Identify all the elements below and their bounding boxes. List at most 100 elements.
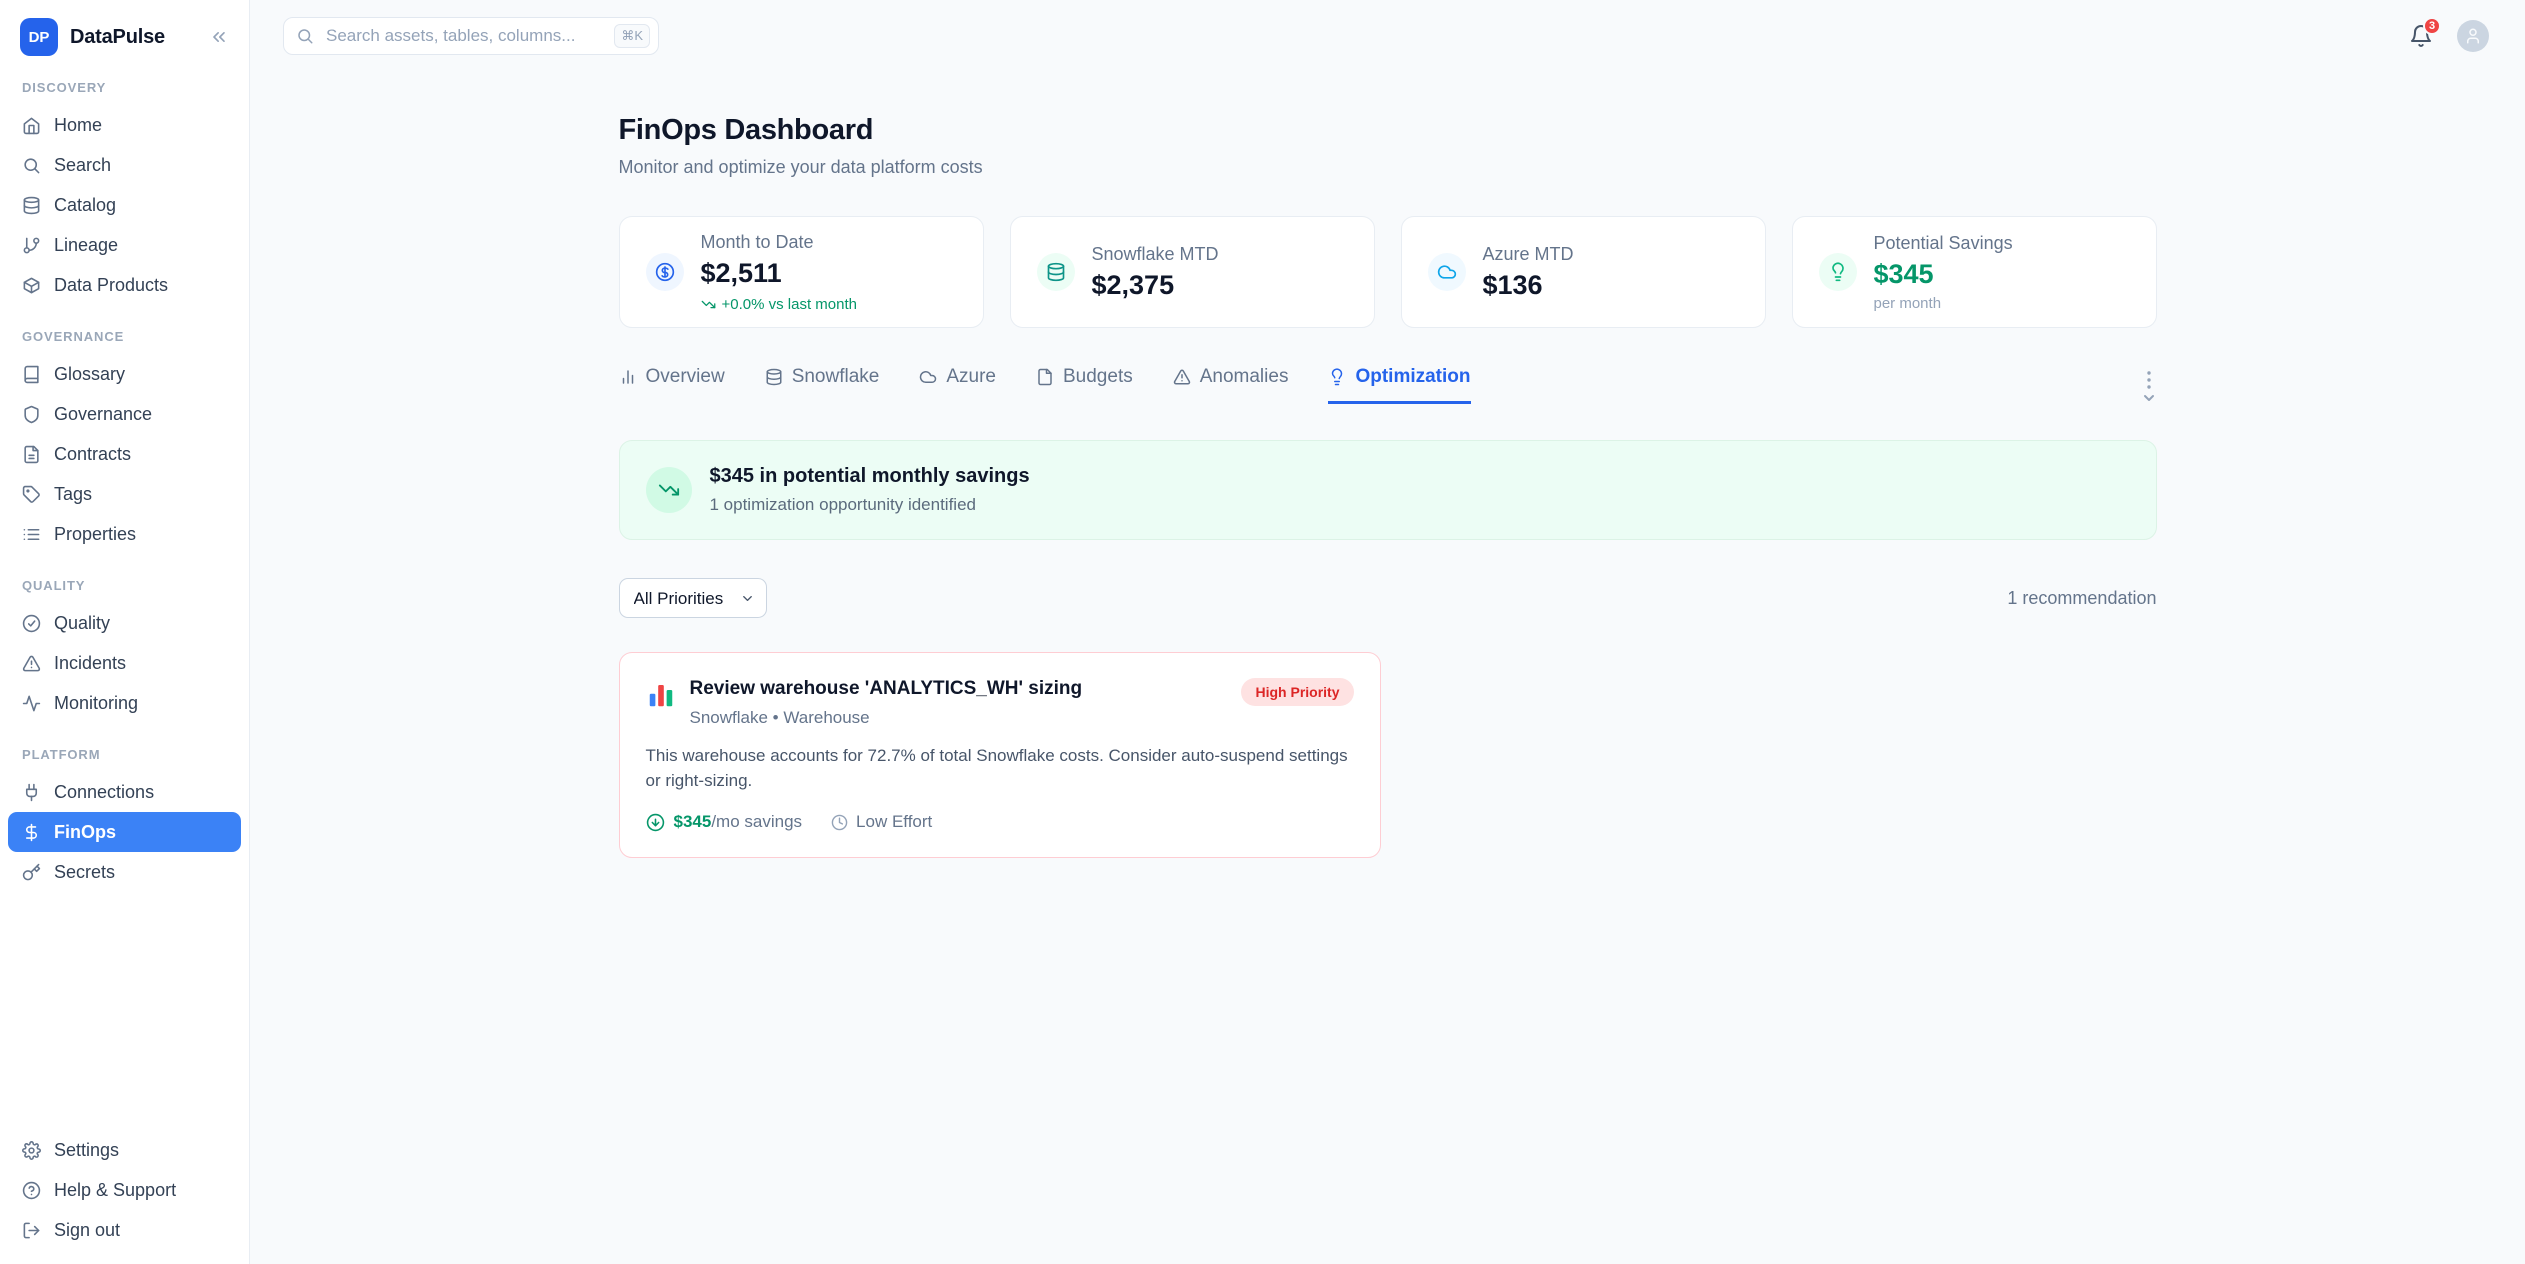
stat-label: Month to Date: [701, 232, 857, 253]
tab-label: Overview: [646, 366, 725, 388]
topbar: ⌘K 3: [250, 0, 2525, 62]
priority-select[interactable]: All Priorities: [619, 578, 767, 618]
sidebar-item-label: Catalog: [54, 195, 116, 216]
sidebar-item-finops[interactable]: FinOps: [8, 812, 241, 852]
tabs-overflow-indicator[interactable]: [2141, 366, 2157, 408]
sidebar-section-quality: QUALITY: [0, 578, 249, 593]
tab-label: Azure: [946, 366, 996, 388]
priority-badge: High Priority: [1241, 678, 1353, 706]
savings-value: $345: [674, 812, 712, 831]
sidebar-item-label: Contracts: [54, 444, 131, 465]
savings-suffix: /mo savings: [711, 812, 802, 831]
tab-optimization[interactable]: Optimization: [1328, 366, 1470, 404]
alert-triangle-icon: [22, 654, 41, 673]
app-name: DataPulse: [70, 26, 165, 49]
search-input[interactable]: [283, 17, 659, 55]
cloud-icon: [919, 368, 937, 386]
sidebar-item-secrets[interactable]: Secrets: [8, 852, 241, 892]
tag-icon: [22, 485, 41, 504]
tab-label: Optimization: [1355, 366, 1470, 388]
page-content: FinOps Dashboard Monitor and optimize yo…: [619, 62, 2157, 858]
activity-icon: [22, 694, 41, 713]
tab-label: Anomalies: [1200, 366, 1289, 388]
sidebar-item-monitoring[interactable]: Monitoring: [8, 683, 241, 723]
sidebar-item-label: Search: [54, 155, 111, 176]
plug-icon: [22, 783, 41, 802]
sidebar-item-label: Monitoring: [54, 693, 138, 714]
stat-card-snowflake-mtd: Snowflake MTD $2,375: [1010, 216, 1375, 328]
sidebar-item-help-support[interactable]: Help & Support: [8, 1170, 241, 1210]
notifications-button[interactable]: 3: [2409, 24, 2433, 48]
bar-chart-icon: [619, 368, 637, 386]
sidebar-item-label: Settings: [54, 1140, 119, 1161]
stat-icon-wrap: [1428, 253, 1466, 291]
sidebar-item-contracts[interactable]: Contracts: [8, 434, 241, 474]
sidebar-item-tags[interactable]: Tags: [8, 474, 241, 514]
stat-note: per month: [1874, 295, 2013, 312]
sidebar-item-label: Data Products: [54, 275, 168, 296]
logo-badge: DP: [20, 18, 58, 56]
stat-icon-wrap: [646, 253, 684, 291]
sidebar-section-discovery: DISCOVERY: [0, 80, 249, 95]
tab-azure[interactable]: Azure: [919, 366, 996, 404]
sidebar-item-properties[interactable]: Properties: [8, 514, 241, 554]
recommendation-footer: $345/mo savings Low Effort: [646, 812, 1354, 832]
tab-snowflake[interactable]: Snowflake: [765, 366, 880, 404]
app-logo: DP DataPulse: [0, 14, 249, 64]
stat-icon-wrap: [1819, 253, 1857, 291]
tab-budgets[interactable]: Budgets: [1036, 366, 1133, 404]
tab-anomalies[interactable]: Anomalies: [1173, 366, 1289, 404]
sidebar-item-settings[interactable]: Settings: [8, 1130, 241, 1170]
alert-triangle-icon: [1173, 368, 1191, 386]
sidebar-item-sign-out[interactable]: Sign out: [8, 1210, 241, 1250]
stat-value: $2,511: [701, 258, 857, 289]
sidebar-item-label: Lineage: [54, 235, 118, 256]
stat-card-azure-mtd: Azure MTD $136: [1401, 216, 1766, 328]
sidebar-item-quality[interactable]: Quality: [8, 603, 241, 643]
app-root: DP DataPulse DISCOVERY Home Search Catal…: [0, 0, 2525, 1264]
dollar-icon: [22, 823, 41, 842]
shield-icon: [22, 405, 41, 424]
search-icon: [296, 27, 314, 45]
banner-title: $345 in potential monthly savings: [710, 465, 1030, 488]
savings-banner: $345 in potential monthly savings 1 opti…: [619, 440, 2157, 540]
topbar-actions: 3: [2409, 20, 2489, 52]
stat-icon-wrap: [1037, 253, 1075, 291]
sidebar-item-label: Glossary: [54, 364, 125, 385]
stat-value: $345: [1874, 259, 2013, 290]
sidebar-item-governance[interactable]: Governance: [8, 394, 241, 434]
recommendation-title: Review warehouse 'ANALYTICS_WH' sizing: [690, 678, 1228, 700]
book-icon: [22, 365, 41, 384]
stat-value: $2,375: [1092, 270, 1219, 301]
sidebar-item-lineage[interactable]: Lineage: [8, 225, 241, 265]
search-icon: [22, 156, 41, 175]
sidebar-section-platform: PLATFORM: [0, 747, 249, 762]
sidebar-collapse-icon[interactable]: [209, 27, 229, 47]
trending-down-icon: [658, 479, 680, 501]
gear-icon: [22, 1141, 41, 1160]
sidebar-item-search[interactable]: Search: [8, 145, 241, 185]
page-subtitle: Monitor and optimize your data platform …: [619, 157, 2157, 178]
stat-card-month-to-date: Month to Date $2,511 +0.0% vs last month: [619, 216, 984, 328]
tab-overview[interactable]: Overview: [619, 366, 725, 404]
sidebar-item-label: Tags: [54, 484, 92, 505]
sidebar-item-label: Help & Support: [54, 1180, 176, 1201]
check-circle-icon: [22, 614, 41, 633]
sidebar-item-home[interactable]: Home: [8, 105, 241, 145]
catalog-icon: [22, 196, 41, 215]
user-avatar[interactable]: [2457, 20, 2489, 52]
savings-text: $345/mo savings: [674, 812, 803, 832]
stat-label: Azure MTD: [1483, 244, 1574, 265]
sidebar-item-connections[interactable]: Connections: [8, 772, 241, 812]
sidebar-item-data-products[interactable]: Data Products: [8, 265, 241, 305]
priority-filter: All Priorities: [619, 578, 767, 618]
sidebar-item-incidents[interactable]: Incidents: [8, 643, 241, 683]
dollar-circle-icon: [655, 262, 675, 282]
recommendation-count: 1 recommendation: [2007, 588, 2156, 609]
stat-value: $136: [1483, 270, 1574, 301]
sidebar-item-glossary[interactable]: Glossary: [8, 354, 241, 394]
recommendation-card[interactable]: Review warehouse 'ANALYTICS_WH' sizing S…: [619, 652, 1381, 858]
sidebar-item-catalog[interactable]: Catalog: [8, 185, 241, 225]
package-icon: [22, 276, 41, 295]
sidebar: DP DataPulse DISCOVERY Home Search Catal…: [0, 0, 250, 1264]
